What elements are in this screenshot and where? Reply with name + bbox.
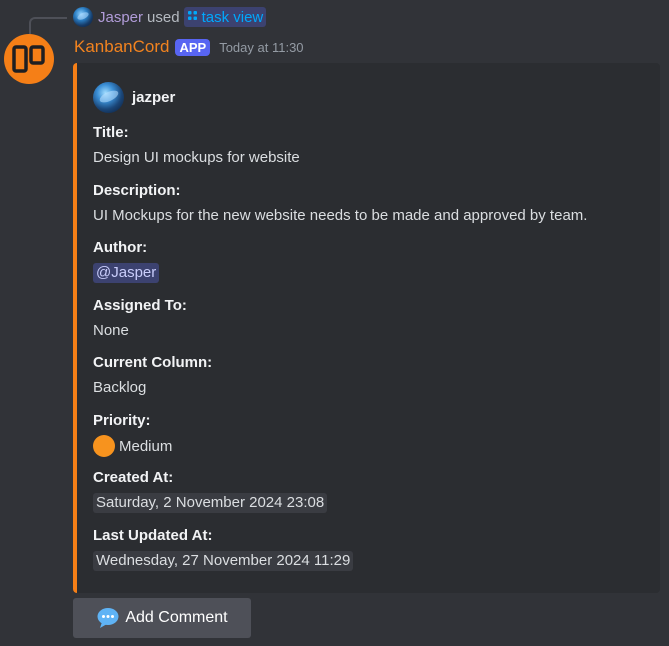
embed-author-name: jazper [132, 89, 176, 106]
field-name: Created At: [93, 469, 174, 486]
app-badge: APP [175, 38, 211, 56]
command-name: task view [201, 8, 264, 26]
field-name: Last Updated At: [93, 527, 213, 544]
command-used-text: used [147, 8, 180, 26]
priority-value: Medium [119, 437, 173, 455]
slash-command-icon [187, 10, 198, 24]
field-name: Description: [93, 182, 181, 199]
message-timestamp: Today at 11:30 [219, 39, 304, 55]
field-created: Created At: Saturday, 2 November 2024 23… [93, 468, 328, 513]
command-usage-line: Jasper used task view [73, 6, 267, 28]
field-author: Author: @Jasper [93, 238, 160, 283]
field-value: @Jasper [93, 263, 160, 283]
field-value: Saturday, 2 November 2024 23:08 [93, 493, 328, 513]
field-value: Design UI mockups for website [93, 149, 300, 166]
embed-author: jazper [93, 82, 175, 113]
field-value: Wednesday, 27 November 2024 11:29 [93, 551, 354, 571]
field-value: UI Mockups for the new website needs to … [93, 207, 588, 224]
field-value: Medium [93, 435, 173, 457]
message-header: KanbanCord APP Today at 11:30 [74, 36, 304, 58]
kanban-logo-icon [12, 45, 45, 73]
field-name: Current Column: [93, 354, 213, 371]
field-assigned: Assigned To: None [93, 296, 187, 341]
field-name: Author: [93, 239, 148, 256]
field-value: None [93, 322, 129, 339]
field-name: Title: [93, 124, 129, 141]
field-updated: Last Updated At: Wednesday, 27 November … [93, 526, 354, 571]
field-name: Priority: [93, 412, 151, 429]
field-title: Title: Design UI mockups for website [93, 123, 300, 168]
field-column: Current Column: Backlog [93, 353, 212, 398]
reply-connector [29, 17, 67, 34]
field-name: Assigned To: [93, 297, 187, 314]
field-priority: Priority: Medium [93, 411, 173, 457]
orange-circle-icon [93, 435, 115, 457]
field-value: Backlog [93, 379, 147, 396]
user-mention[interactable]: @Jasper [93, 263, 160, 283]
user-avatar[interactable] [73, 7, 93, 27]
command-chip[interactable]: task view [183, 7, 267, 27]
speech-bubble-icon [97, 608, 119, 628]
bot-avatar[interactable] [4, 34, 54, 84]
add-comment-label: Add Comment [125, 609, 228, 626]
timestamp-chip[interactable]: Saturday, 2 November 2024 23:08 [93, 493, 328, 513]
task-embed: jazper Title: Design UI mockups for webs… [73, 63, 660, 593]
bot-name[interactable]: KanbanCord [74, 37, 169, 57]
field-description: Description: UI Mockups for the new webs… [93, 181, 587, 226]
author-avatar [93, 82, 124, 113]
timestamp-chip[interactable]: Wednesday, 27 November 2024 11:29 [93, 551, 354, 571]
add-comment-button[interactable]: Add Comment [73, 598, 251, 638]
command-user-name[interactable]: Jasper [98, 9, 143, 26]
